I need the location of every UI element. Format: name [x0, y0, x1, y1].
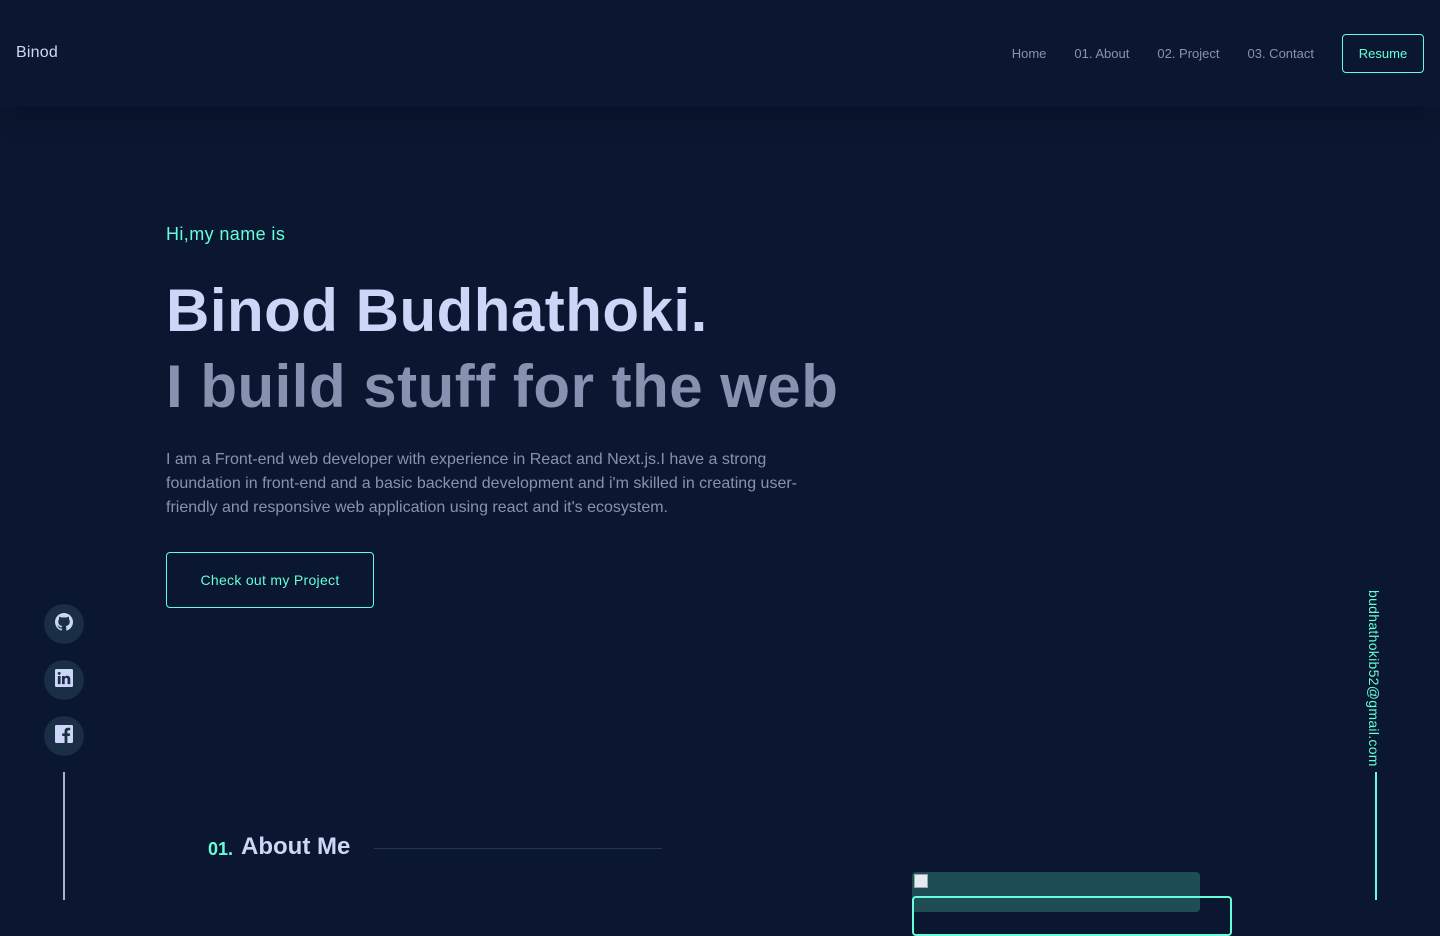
- hero-bio: I am a Front-end web developer with expe…: [166, 451, 797, 516]
- nav-link-about[interactable]: 01. About: [1074, 46, 1129, 61]
- top-navbar: Binod Home 01. About 02. Project 03. Con…: [0, 0, 1440, 107]
- nav-link-project[interactable]: 02. Project: [1157, 46, 1219, 61]
- linkedin-icon: [55, 668, 73, 692]
- about-section-number: 01.: [208, 839, 234, 859]
- email-divider-line: [1375, 772, 1377, 900]
- hero-tagline: I build stuff for the web: [166, 353, 839, 420]
- hero-name: Binod Budhathoki.: [166, 277, 708, 344]
- about-section-rule: [374, 848, 662, 849]
- github-link[interactable]: [44, 604, 84, 644]
- nav-link-home[interactable]: Home: [1012, 46, 1047, 61]
- broken-image-icon: [914, 874, 928, 888]
- social-divider-line: [63, 772, 65, 900]
- resume-button[interactable]: Resume: [1342, 34, 1424, 73]
- github-icon: [55, 612, 73, 636]
- facebook-icon: [55, 724, 73, 748]
- facebook-link[interactable]: [44, 716, 84, 756]
- about-section-title: About Me: [241, 833, 351, 860]
- brand-logo[interactable]: Binod: [16, 44, 58, 62]
- nav-link-contact[interactable]: 03. Contact: [1248, 46, 1315, 61]
- nav-links: Home 01. About 02. Project 03. Contact: [1012, 46, 1314, 61]
- email-link[interactable]: budhathokib52@gmail.com: [1366, 590, 1382, 767]
- hero-greeting: Hi,my name is: [166, 224, 286, 244]
- linkedin-link[interactable]: [44, 660, 84, 700]
- check-project-button[interactable]: Check out my Project: [166, 552, 374, 608]
- profile-photo-frame: [912, 896, 1232, 936]
